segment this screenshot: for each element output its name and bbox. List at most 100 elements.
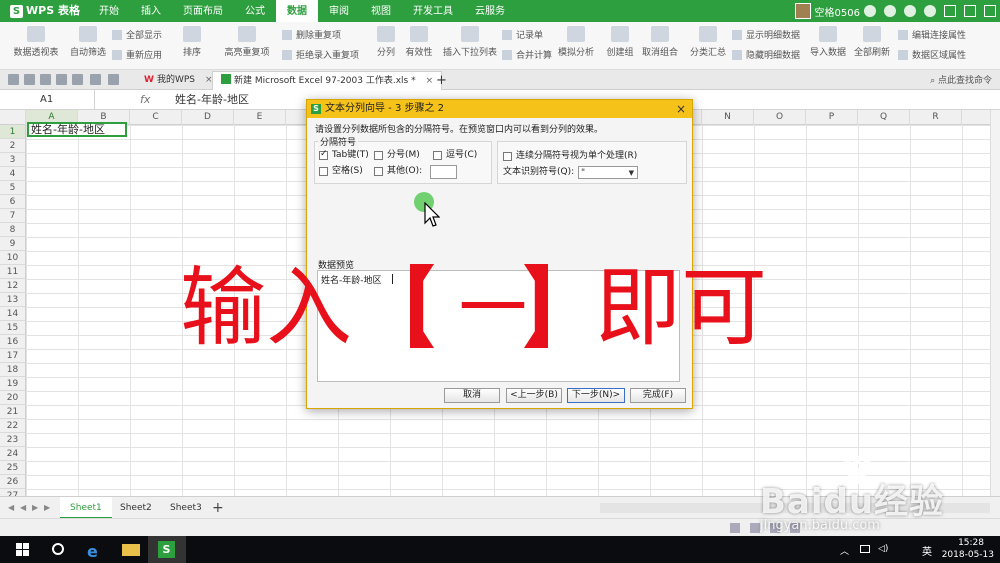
pivot-table-button[interactable]: 数据透视表 [8, 26, 64, 66]
sort-button[interactable]: 排序 [172, 26, 212, 66]
doc-tab-workbook[interactable]: 新建 Microsoft Excel 97-2003 工作表.xls * × [212, 71, 443, 90]
share-icon[interactable] [904, 5, 916, 17]
row-header[interactable]: 24 [0, 447, 26, 461]
row-header[interactable]: 9 [0, 237, 26, 251]
cell-a1[interactable]: 姓名-年龄-地区 [27, 122, 127, 137]
command-search-input[interactable]: ⌕ 点此查找命令 [930, 73, 992, 87]
clock-date[interactable]: 2018-05-13 [942, 550, 994, 560]
tab-review[interactable]: 审阅 [318, 0, 360, 22]
auto-filter-button[interactable]: 自动筛选 [68, 26, 108, 66]
previous-step-button[interactable]: <上一步(B) [506, 388, 562, 403]
subtotal-button[interactable]: 分类汇总 [686, 26, 730, 66]
avatar[interactable] [794, 3, 811, 19]
redo-icon[interactable] [108, 74, 119, 85]
preview-icon[interactable] [72, 74, 83, 85]
column-header-r[interactable]: R [910, 110, 962, 125]
formula-input[interactable]: 姓名-年龄-地区 [175, 90, 249, 109]
data-range-button[interactable]: 数据区域属性 [898, 48, 982, 62]
new-file-icon[interactable] [8, 74, 19, 85]
row-header[interactable]: 14 [0, 307, 26, 321]
add-sheet-button[interactable]: + [212, 497, 224, 519]
fx-icon[interactable]: fx [140, 90, 150, 109]
tab-data[interactable]: 数据 [276, 0, 318, 22]
row-header[interactable]: 3 [0, 153, 26, 167]
page-layout-icon[interactable] [750, 523, 760, 533]
column-header-o[interactable]: O [754, 110, 806, 125]
simulate-analysis-button[interactable]: 模拟分析 [556, 26, 596, 66]
dialog-close-button[interactable]: × [676, 100, 686, 118]
tab-home[interactable]: 开始 [88, 0, 130, 22]
select-all-corner[interactable] [0, 110, 26, 125]
edit-links-button[interactable]: 编辑连接属性 [898, 28, 982, 42]
consecutive-checkbox-box[interactable] [503, 152, 512, 161]
space-checkbox[interactable]: 空格(S) [319, 166, 363, 177]
refresh-all-button[interactable]: 全部刷新 [852, 26, 892, 66]
open-icon[interactable] [24, 74, 35, 85]
save-icon[interactable] [40, 74, 51, 85]
record-form-button[interactable]: 记录单 [502, 28, 550, 42]
semicolon-checkbox[interactable]: 分号(M) [374, 150, 420, 161]
feedback-icon[interactable] [924, 5, 936, 17]
highlight-duplicates-button[interactable]: 高亮重复项 [218, 26, 276, 66]
next-sheet-icon[interactable]: ▶ [32, 503, 40, 512]
insert-dropdown-button[interactable]: 插入下拉列表 [440, 26, 500, 66]
user-name[interactable]: 空格0506 [815, 4, 860, 19]
row-header[interactable]: 4 [0, 167, 26, 181]
hide-detail-button[interactable]: 隐藏明细数据 [732, 48, 802, 62]
row-header[interactable]: 1 [0, 125, 26, 139]
help-icon[interactable] [864, 5, 876, 17]
row-header[interactable]: 23 [0, 433, 26, 447]
row-header[interactable]: 16 [0, 335, 26, 349]
row-header[interactable]: 8 [0, 223, 26, 237]
skin-icon[interactable] [884, 5, 896, 17]
network-icon[interactable] [860, 545, 870, 553]
vertical-scrollbar[interactable] [990, 110, 1000, 496]
tab-cloud[interactable]: 云服务 [464, 0, 516, 22]
row-header[interactable]: 17 [0, 349, 26, 363]
row-header[interactable]: 13 [0, 293, 26, 307]
column-header-d[interactable]: D [182, 110, 234, 125]
app-menu-button[interactable]: S WPS 表格 [4, 2, 86, 20]
row-header[interactable]: 12 [0, 279, 26, 293]
wps-taskbar-icon[interactable]: S [148, 536, 186, 563]
column-header-q[interactable]: Q [858, 110, 910, 125]
split-column-button[interactable]: 分列 [372, 26, 400, 66]
show-all-button[interactable]: 全部显示 [112, 28, 168, 42]
first-sheet-icon[interactable]: ◀ [8, 503, 16, 512]
column-header-p[interactable]: P [806, 110, 858, 125]
print-icon[interactable] [56, 74, 67, 85]
ungroup-button[interactable]: 取消组合 [640, 26, 680, 66]
row-header[interactable]: 6 [0, 195, 26, 209]
row-header[interactable]: 18 [0, 363, 26, 377]
edge-browser-icon[interactable]: e [76, 536, 114, 563]
comma-checkbox-box[interactable] [433, 151, 442, 160]
next-step-button[interactable]: 下一步(N)> [567, 388, 625, 403]
reject-duplicates-button[interactable]: 拒绝录入重复项 [282, 48, 368, 62]
prev-sheet-icon[interactable]: ◀ [20, 503, 28, 512]
row-header[interactable]: 7 [0, 209, 26, 223]
column-header-n[interactable]: N [702, 110, 754, 125]
other-delimiter-input[interactable] [430, 165, 457, 179]
semicolon-checkbox-box[interactable] [374, 151, 383, 160]
file-explorer-icon[interactable] [112, 536, 150, 563]
tab-formula[interactable]: 公式 [234, 0, 276, 22]
tab-view[interactable]: 视图 [360, 0, 402, 22]
row-header[interactable]: 5 [0, 181, 26, 195]
space-checkbox-box[interactable] [319, 167, 328, 176]
tab-checkbox-box[interactable] [319, 149, 328, 160]
tab-page-layout[interactable]: 页面布局 [172, 0, 234, 22]
create-group-button[interactable]: 创建组 [602, 26, 638, 66]
row-header[interactable]: 15 [0, 321, 26, 335]
maximize-icon[interactable] [964, 5, 976, 17]
clock-time[interactable]: 15:28 [958, 538, 984, 548]
other-checkbox[interactable]: 其他(O): [374, 166, 422, 177]
row-header[interactable]: 10 [0, 251, 26, 265]
row-header[interactable]: 22 [0, 419, 26, 433]
sheet-tab-1[interactable]: Sheet1 [60, 497, 112, 519]
volume-icon[interactable]: ◁) [878, 544, 888, 554]
row-header[interactable]: 21 [0, 405, 26, 419]
tab-developer[interactable]: 开发工具 [402, 0, 464, 22]
input-method-indicator[interactable]: 英 [922, 543, 932, 558]
reapply-button[interactable]: 重新应用 [112, 48, 168, 62]
row-header[interactable]: 2 [0, 139, 26, 153]
